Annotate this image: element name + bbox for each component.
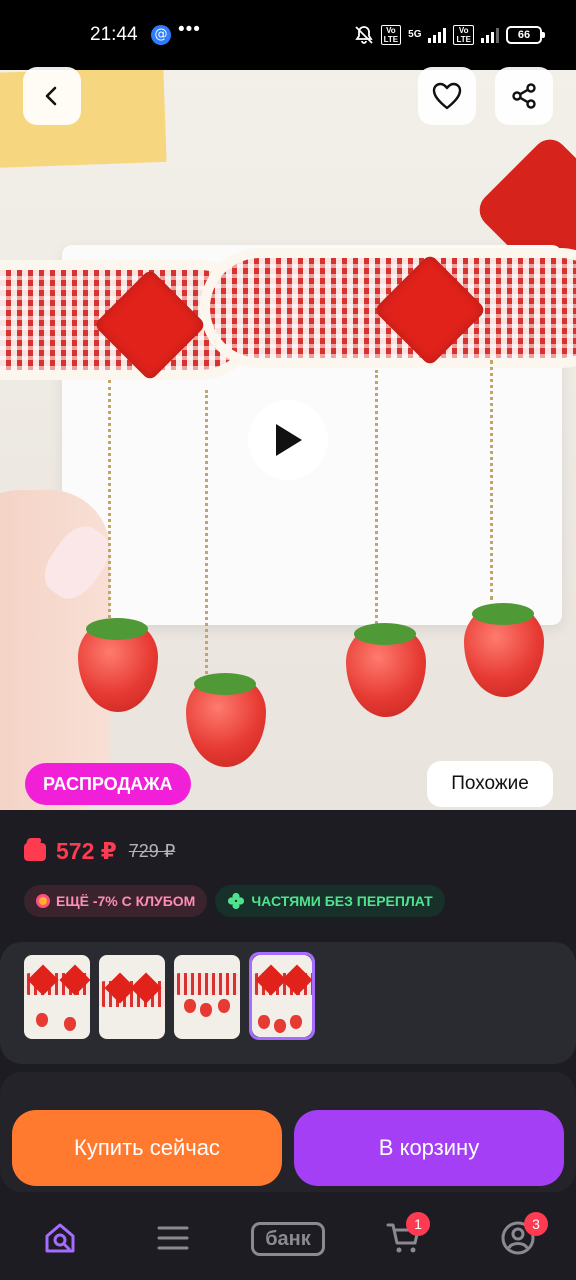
- thumbnail-selected-frame: [249, 952, 315, 1040]
- volte-icon: Vo LTE: [380, 25, 402, 45]
- signal-icon: [428, 27, 447, 43]
- nav-home[interactable]: [40, 1218, 80, 1258]
- play-video-button[interactable]: [248, 400, 328, 480]
- old-price: 729 ₽: [128, 841, 176, 861]
- profile-badge: 3: [524, 1212, 548, 1236]
- more-dots-icon: •••: [178, 19, 201, 40]
- nav-bank[interactable]: банк: [251, 1222, 325, 1256]
- installment-chip[interactable]: ЧАСТЯМИ БЕЗ ПЕРЕПЛАТ: [215, 885, 445, 917]
- status-bar: 21:44 @ ••• Vo LTE 5G Vo LTE 66: [0, 0, 576, 70]
- menu-icon: [157, 1226, 189, 1250]
- network-type-label: 5G: [408, 29, 422, 40]
- heart-icon: [432, 82, 462, 110]
- installment-label: ЧАСТЯМИ БЕЗ ПЕРЕПЛАТ: [251, 893, 433, 909]
- share-icon: [512, 83, 536, 109]
- current-price: 572 ₽: [56, 838, 117, 864]
- play-icon: [276, 424, 302, 456]
- add-to-cart-button[interactable]: В корзину: [294, 1110, 564, 1186]
- battery-icon: 66: [506, 26, 545, 44]
- club-discount-chip[interactable]: ЕЩЁ -7% С КЛУБОМ: [24, 885, 208, 917]
- status-icons: Vo LTE 5G Vo LTE 66: [354, 24, 545, 46]
- wallet-icon: [24, 842, 46, 861]
- thumbnail-2[interactable]: [99, 955, 165, 1039]
- similar-products-button[interactable]: Похожие: [427, 761, 553, 807]
- home-search-icon: [45, 1223, 75, 1253]
- favorite-button[interactable]: [418, 67, 476, 125]
- sale-badge: РАСПРОДАЖА: [25, 763, 191, 805]
- buy-now-button[interactable]: Купить сейчас: [12, 1110, 282, 1186]
- nav-catalog[interactable]: [153, 1218, 193, 1258]
- mute-icon: [354, 26, 373, 44]
- thumbnail-1[interactable]: [24, 955, 90, 1039]
- status-time: 21:44: [90, 24, 138, 45]
- share-button[interactable]: [495, 67, 553, 125]
- clover-icon: [228, 892, 245, 910]
- thumbnail-3[interactable]: [174, 955, 240, 1039]
- club-icon: [36, 894, 50, 908]
- back-button[interactable]: [23, 67, 81, 125]
- cart-badge: 1: [406, 1212, 430, 1236]
- chevron-left-icon: [45, 86, 57, 106]
- app-notification-icon: @: [151, 25, 171, 45]
- price-row: 572 ₽ 729 ₽: [24, 838, 175, 865]
- signal-icon-2: [481, 27, 499, 43]
- club-discount-label: ЕЩЁ -7% С КЛУБОМ: [56, 893, 196, 909]
- promo-chips: ЕЩЁ -7% С КЛУБОМ ЧАСТЯМИ БЕЗ ПЕРЕПЛАТ: [24, 885, 445, 917]
- volte-icon-2: Vo LTE: [453, 25, 474, 45]
